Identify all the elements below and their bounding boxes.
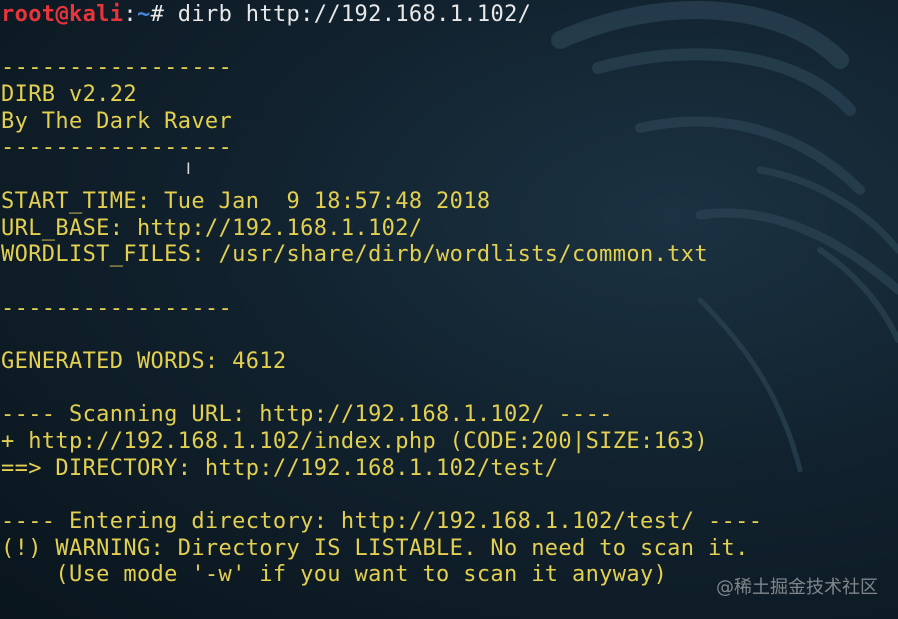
- prompt-symbol: #: [150, 2, 165, 27]
- output-line: By The Dark Raver: [1, 108, 233, 134]
- output-line: [1, 162, 762, 189]
- output-line: ---- Scanning URL: http://192.168.1.102/…: [1, 402, 613, 428]
- output-line: ---- Entering directory: http://192.168.…: [1, 509, 763, 535]
- output-line: + http://192.168.1.102/index.php (CODE:2…: [1, 429, 708, 454]
- output-line: WORDLIST_FILES: /usr/share/dirb/wordlist…: [1, 242, 708, 268]
- output-line: ==> DIRECTORY: http://192.168.1.102/test…: [1, 455, 559, 481]
- output-line: [1, 269, 762, 296]
- output-line: START_TIME: Tue Jan 9 18:57:48 2018: [1, 188, 491, 214]
- prompt-user-host: root@kali: [1, 2, 124, 27]
- output-line: URL_BASE: http://192.168.1.102/: [1, 215, 423, 241]
- output-line: [1, 376, 762, 403]
- text-cursor-icon: I: [186, 159, 191, 178]
- prompt-path: ~: [136, 2, 151, 27]
- output-line: -----------------: [1, 55, 233, 81]
- prompt-separator: :: [123, 2, 137, 27]
- output-line: (Use mode '-w' if you want to scan it an…: [1, 562, 668, 588]
- output-line: GENERATED WORDS: 4612: [1, 348, 287, 374]
- terminal-output: root@kali:~# dirb http://192.168.1.102/ …: [1, 2, 762, 589]
- terminal-window[interactable]: root@kali:~# dirb http://192.168.1.102/ …: [0, 0, 898, 619]
- output-line: -----------------: [1, 135, 233, 161]
- output-line: DIRB v2.22: [1, 82, 137, 108]
- output-line: [1, 29, 762, 56]
- output-line: -----------------: [1, 295, 233, 321]
- prompt-line: root@kali:~# dirb http://192.168.1.102/: [1, 2, 762, 29]
- command-text: dirb http://192.168.1.102/: [177, 2, 532, 27]
- output-line: [1, 482, 762, 509]
- output-line: (!) WARNING: Directory IS LISTABLE. No n…: [1, 535, 749, 561]
- output-line: [1, 322, 762, 349]
- watermark: @稀土掘金技术社区: [716, 577, 878, 598]
